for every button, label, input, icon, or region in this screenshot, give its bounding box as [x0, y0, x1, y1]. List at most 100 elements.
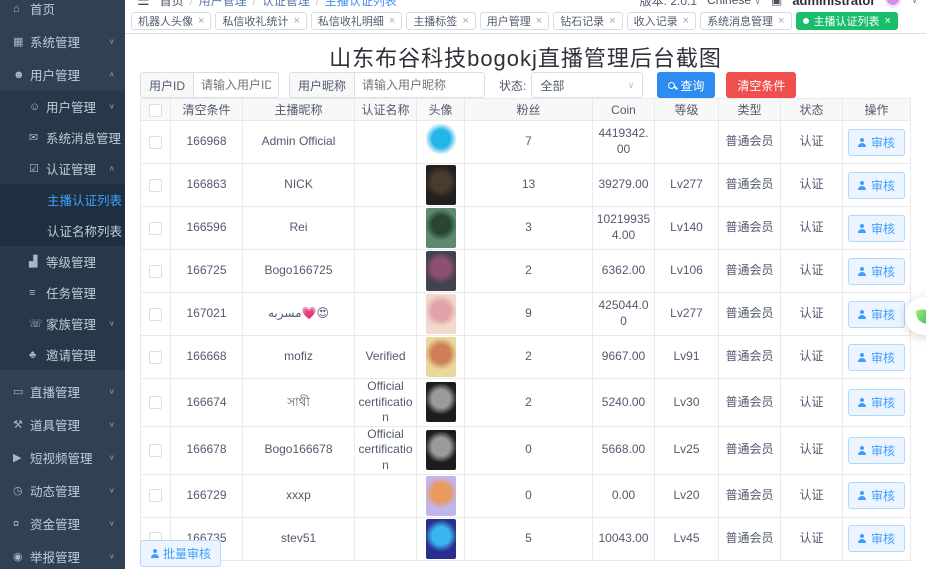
verify-users-icon: ☑: [29, 162, 46, 175]
chevron-down-icon: ∨: [108, 102, 115, 111]
person-audit-icon: [858, 446, 867, 455]
close-tab-icon[interactable]: ×: [609, 15, 615, 27]
close-tab-icon[interactable]: ×: [293, 15, 299, 27]
close-tab-icon[interactable]: ×: [885, 15, 891, 27]
props-tool-icon: ⚒: [13, 418, 30, 431]
cell-nickname: mofiz: [243, 336, 355, 379]
close-tab-icon[interactable]: ×: [389, 15, 395, 27]
chevron-down-icon: ∨: [108, 552, 115, 561]
audit-button-label: 审核: [871, 394, 895, 411]
audit-button[interactable]: 审核: [848, 172, 905, 199]
close-tab-icon[interactable]: ×: [683, 15, 689, 27]
cell-type: 普通会员: [719, 164, 781, 207]
cell-nickname: Bogo166725: [243, 250, 355, 293]
user-id-input[interactable]: [193, 72, 279, 98]
sidebar-item-短视频管理[interactable]: ▶短视频管理∨: [0, 441, 125, 474]
user-avatar[interactable]: [885, 0, 901, 8]
row-checkbox[interactable]: [149, 136, 162, 149]
cell-status: 认证: [781, 474, 843, 517]
row-checkbox[interactable]: [149, 489, 162, 502]
table-row: 166678Bogo166678Official certification05…: [141, 426, 911, 474]
sidebar-item-用户管理[interactable]: ☻用户管理∧: [0, 58, 125, 91]
audit-button[interactable]: 审核: [848, 437, 905, 464]
sidebar-item-资金管理[interactable]: ¤资金管理∨: [0, 507, 125, 540]
sidebar-item-系统管理[interactable]: ▦系统管理∨: [0, 25, 125, 58]
breadcrumb-item[interactable]: 主播认证列表: [325, 0, 397, 8]
table-row: 166729xxxp00.00Lv20普通会员认证审核: [141, 474, 911, 517]
sidebar-item-动态管理[interactable]: ◷动态管理∨: [0, 474, 125, 507]
row-checkbox[interactable]: [149, 222, 162, 235]
audit-button[interactable]: 审核: [848, 301, 905, 328]
chevron-down-icon: ∨: [108, 420, 115, 429]
batch-audit-button[interactable]: 批量审核: [140, 540, 221, 567]
tab-主播认证列表[interactable]: 主播认证列表×: [796, 12, 898, 30]
tab-label: 系统消息管理: [707, 13, 773, 29]
sidebar-item-认证管理[interactable]: ☑认证管理∧: [0, 153, 125, 184]
cell-user-id: 166668: [171, 336, 243, 379]
content: 山东布谷科技bogokj直播管理后台截图 用户ID 用户昵称 状态: 全部 ∨ …: [125, 35, 926, 569]
sidebar-item-系统消息管理[interactable]: ✉系统消息管理: [0, 122, 125, 153]
clear-conditions-button[interactable]: 清空条件: [726, 72, 796, 98]
close-tab-icon[interactable]: ×: [462, 15, 468, 27]
sidebar-item-认证名称列表[interactable]: 认证名称列表: [0, 215, 125, 246]
user-avatar-image: [426, 430, 456, 470]
audit-button[interactable]: 审核: [848, 525, 905, 552]
sidebar-item-任务管理[interactable]: ≡任务管理: [0, 277, 125, 308]
row-checkbox[interactable]: [149, 396, 162, 409]
tab-机器人头像[interactable]: 机器人头像 ×: [131, 12, 211, 30]
sidebar-item-直播管理[interactable]: ▭直播管理∨: [0, 375, 125, 408]
cell-type: 普通会员: [719, 426, 781, 474]
audit-button[interactable]: 审核: [848, 389, 905, 416]
chevron-down-icon[interactable]: ∨: [911, 0, 918, 6]
hamburger-menu-icon[interactable]: ☰: [137, 0, 150, 9]
search-button[interactable]: 查询: [657, 72, 715, 98]
nickname-input[interactable]: [354, 72, 485, 98]
row-checkbox[interactable]: [149, 351, 162, 364]
tab-主播标签[interactable]: 主播标签×: [406, 12, 475, 30]
tab-私信收礼统计[interactable]: 私信收礼统计×: [215, 12, 306, 30]
tab-私信收礼明细[interactable]: 私信收礼明细×: [311, 12, 402, 30]
tab-收入记录[interactable]: 收入记录×: [627, 12, 696, 30]
cell-nickname: Bogo166678: [243, 426, 355, 474]
row-checkbox[interactable]: [149, 179, 162, 192]
sidebar-item-举报管理[interactable]: ◉举报管理∨: [0, 540, 125, 569]
row-checkbox[interactable]: [149, 265, 162, 278]
audit-button[interactable]: 审核: [848, 129, 905, 156]
select-all-checkbox[interactable]: [149, 104, 162, 117]
sidebar-item-首页[interactable]: ⌂首页: [0, 0, 125, 25]
tab-用户管理[interactable]: 用户管理×: [480, 12, 549, 30]
language-selector[interactable]: Chinese ∨: [707, 0, 761, 7]
sidebar-item-等级管理[interactable]: ▟等级管理: [0, 246, 125, 277]
audit-button[interactable]: 审核: [848, 215, 905, 242]
audit-button-label: 审核: [871, 134, 895, 151]
close-tab-icon[interactable]: ×: [778, 15, 784, 27]
sidebar-item-用户管理[interactable]: ☺用户管理∨: [0, 91, 125, 122]
sidebar-item-家族管理[interactable]: ☏家族管理∨: [0, 308, 125, 339]
cell-avatar: [417, 207, 465, 250]
audit-button[interactable]: 审核: [848, 344, 905, 371]
close-tab-icon[interactable]: ×: [536, 15, 542, 27]
close-tab-icon[interactable]: ×: [198, 15, 204, 27]
sidebar-item-邀请管理[interactable]: ♣邀请管理: [0, 339, 125, 370]
user-avatar-image: [426, 122, 456, 162]
row-checkbox[interactable]: [149, 308, 162, 321]
main-area: ☰ 首页/用户管理/认证管理/主播认证列表 版本: 2.0.1 Chinese …: [125, 0, 926, 569]
status-select[interactable]: 全部 ∨: [531, 72, 643, 98]
tab-钻石记录[interactable]: 钻石记录×: [553, 12, 622, 30]
person-audit-icon: [858, 138, 867, 147]
fullscreen-icon[interactable]: ▣: [771, 0, 782, 7]
nickname-label: 用户昵称: [289, 72, 354, 98]
sidebar-item-道具管理[interactable]: ⚒道具管理∨: [0, 408, 125, 441]
tab-系统消息管理[interactable]: 系统消息管理 ×: [700, 12, 791, 30]
breadcrumb-item[interactable]: 认证管理: [262, 0, 310, 8]
report-alert-icon: ◉: [13, 550, 30, 563]
row-checkbox[interactable]: [149, 444, 162, 457]
user-avatar-image: [426, 476, 456, 516]
cell-level: Lv106: [655, 250, 719, 293]
sidebar-item-主播认证列表[interactable]: 主播认证列表: [0, 184, 125, 215]
audit-button[interactable]: 审核: [848, 258, 905, 285]
cell-actions: 审核: [843, 207, 911, 250]
tab-label: 机器人头像: [138, 13, 193, 29]
breadcrumb-item[interactable]: 用户管理: [199, 0, 247, 8]
audit-button[interactable]: 审核: [848, 482, 905, 509]
